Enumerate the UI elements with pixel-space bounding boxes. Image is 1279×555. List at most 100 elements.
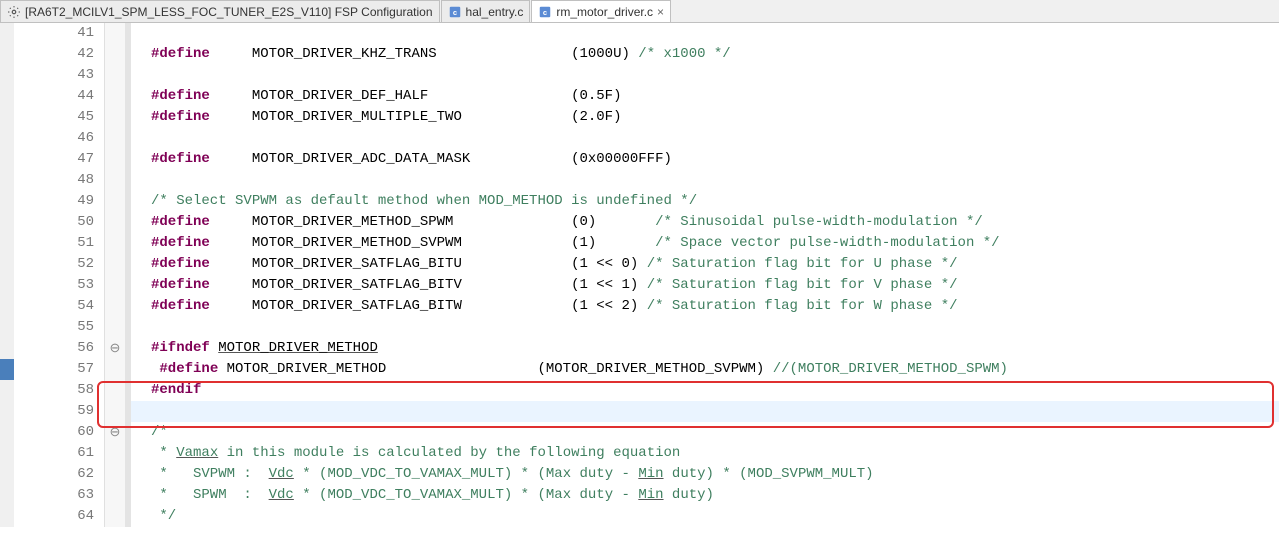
code-line-43[interactable]: 43: [0, 65, 1279, 86]
marker-column: [0, 443, 14, 464]
line-number: 49: [14, 191, 105, 212]
fold-toggle: [105, 149, 125, 170]
line-number: 50: [14, 212, 105, 233]
code-content[interactable]: #endif: [131, 380, 1279, 401]
code-line-60[interactable]: 60⊖/*: [0, 422, 1279, 443]
c-file-icon: c: [538, 5, 552, 19]
line-number: 45: [14, 107, 105, 128]
code-content[interactable]: #define MOTOR_DRIVER_MULTIPLE_TWO (2.0F): [131, 107, 1279, 128]
code-line-53[interactable]: 53#define MOTOR_DRIVER_SATFLAG_BITV (1 <…: [0, 275, 1279, 296]
fold-toggle: [105, 485, 125, 506]
tab-0[interactable]: [RA6T2_MCILV1_SPM_LESS_FOC_TUNER_E2S_V11…: [0, 0, 440, 22]
line-number: 47: [14, 149, 105, 170]
line-number: 44: [14, 86, 105, 107]
code-content[interactable]: #ifndef MOTOR_DRIVER_METHOD: [131, 338, 1279, 359]
code-content[interactable]: [131, 65, 1279, 86]
code-content[interactable]: #define MOTOR_DRIVER_SATFLAG_BITW (1 << …: [131, 296, 1279, 317]
code-line-44[interactable]: 44 #define MOTOR_DRIVER_DEF_HALF (0.5F): [0, 86, 1279, 107]
fold-toggle: [105, 380, 125, 401]
code-line-59[interactable]: 59: [0, 401, 1279, 422]
code-line-57[interactable]: 57 #define MOTOR_DRIVER_METHOD (MOTOR_DR…: [0, 359, 1279, 380]
code-line-45[interactable]: 45 #define MOTOR_DRIVER_MULTIPLE_TWO (2.0…: [0, 107, 1279, 128]
marker-column: [0, 212, 14, 233]
tab-2[interactable]: c rm_motor_driver.c ×: [531, 0, 671, 22]
code-content[interactable]: #define MOTOR_DRIVER_METHOD_SVPWM (1) /*…: [131, 233, 1279, 254]
fold-toggle: [105, 128, 125, 149]
code-line-61[interactable]: 61 * Vamax in this module is calculated …: [0, 443, 1279, 464]
code-content[interactable]: * Vamax in this module is calculated by …: [131, 443, 1279, 464]
line-number: 48: [14, 170, 105, 191]
code-line-62[interactable]: 62 * SVPWM : Vdc * (MOD_VDC_TO_VAMAX_MUL…: [0, 464, 1279, 485]
code-content[interactable]: #define MOTOR_DRIVER_ADC_DATA_MASK (0x00…: [131, 149, 1279, 170]
code-content[interactable]: #define MOTOR_DRIVER_SATFLAG_BITV (1 << …: [131, 275, 1279, 296]
code-content[interactable]: [131, 128, 1279, 149]
code-line-48[interactable]: 48: [0, 170, 1279, 191]
code-content[interactable]: #define MOTOR_DRIVER_DEF_HALF (0.5F): [131, 86, 1279, 107]
code-content[interactable]: [131, 317, 1279, 338]
fold-toggle[interactable]: ⊖: [105, 422, 125, 443]
marker-column: [0, 317, 14, 338]
code-line-51[interactable]: 51 #define MOTOR_DRIVER_METHOD_SVPWM (1) …: [0, 233, 1279, 254]
code-content[interactable]: * SPWM : Vdc * (MOD_VDC_TO_VAMAX_MULT) *…: [131, 485, 1279, 506]
marker-column: [0, 275, 14, 296]
code-line-50[interactable]: 50 #define MOTOR_DRIVER_METHOD_SPWM (0) /…: [0, 212, 1279, 233]
line-number: 57: [14, 359, 105, 380]
code-line-55[interactable]: 55: [0, 317, 1279, 338]
fold-toggle: [105, 44, 125, 65]
code-line-64[interactable]: 64 */: [0, 506, 1279, 527]
fold-toggle: [105, 296, 125, 317]
fold-toggle: [105, 464, 125, 485]
code-line-41[interactable]: 41: [0, 23, 1279, 44]
tab-label: rm_motor_driver.c: [556, 5, 653, 19]
code-content[interactable]: /* Select SVPWM as default method when M…: [131, 191, 1279, 212]
code-line-42[interactable]: 42#define MOTOR_DRIVER_KHZ_TRANS (1000U)…: [0, 44, 1279, 65]
code-content[interactable]: #define MOTOR_DRIVER_METHOD_SPWM (0) /* …: [131, 212, 1279, 233]
code-content[interactable]: [131, 23, 1279, 44]
code-content[interactable]: * SVPWM : Vdc * (MOD_VDC_TO_VAMAX_MULT) …: [131, 464, 1279, 485]
close-icon[interactable]: ×: [657, 5, 664, 19]
gear-icon: [7, 5, 21, 19]
fold-toggle: [105, 506, 125, 527]
editor-area[interactable]: 4142#define MOTOR_DRIVER_KHZ_TRANS (1000…: [0, 23, 1279, 555]
code-line-63[interactable]: 63 * SPWM : Vdc * (MOD_VDC_TO_VAMAX_MULT…: [0, 485, 1279, 506]
marker-column: [0, 338, 14, 359]
marker-column: [0, 23, 14, 44]
code-line-49[interactable]: 49 /* Select SVPWM as default method when…: [0, 191, 1279, 212]
line-number: 41: [14, 23, 105, 44]
code-line-54[interactable]: 54#define MOTOR_DRIVER_SATFLAG_BITW (1 <…: [0, 296, 1279, 317]
line-number: 58: [14, 380, 105, 401]
code-content[interactable]: */: [131, 506, 1279, 527]
code-content[interactable]: #define MOTOR_DRIVER_SATFLAG_BITU (1 << …: [131, 254, 1279, 275]
code-content[interactable]: [131, 401, 1279, 422]
code-content[interactable]: [131, 170, 1279, 191]
line-number: 55: [14, 317, 105, 338]
marker-column: [0, 233, 14, 254]
marker-column: [0, 464, 14, 485]
fold-toggle: [105, 107, 125, 128]
marker-column: [0, 191, 14, 212]
fold-toggle: [105, 317, 125, 338]
marker-column: [0, 44, 14, 65]
code-content[interactable]: /*: [131, 422, 1279, 443]
c-file-icon: c: [448, 5, 462, 19]
fold-toggle[interactable]: ⊖: [105, 338, 125, 359]
tab-1[interactable]: c hal_entry.c: [441, 0, 531, 22]
tab-label: [RA6T2_MCILV1_SPM_LESS_FOC_TUNER_E2S_V11…: [25, 5, 433, 19]
svg-text:c: c: [452, 7, 456, 16]
line-number: 51: [14, 233, 105, 254]
code-line-47[interactable]: 47 #define MOTOR_DRIVER_ADC_DATA_MASK (0x…: [0, 149, 1279, 170]
code-line-46[interactable]: 46: [0, 128, 1279, 149]
fold-toggle: [105, 401, 125, 422]
code-content[interactable]: #define MOTOR_DRIVER_METHOD (MOTOR_DRIVE…: [131, 359, 1279, 380]
fold-toggle: [105, 191, 125, 212]
code-line-56[interactable]: 56⊖#ifndef MOTOR_DRIVER_METHOD: [0, 338, 1279, 359]
fold-toggle: [105, 233, 125, 254]
line-number: 59: [14, 401, 105, 422]
code-line-58[interactable]: 58 #endif: [0, 380, 1279, 401]
fold-toggle: [105, 275, 125, 296]
fold-toggle: [105, 23, 125, 44]
code-line-52[interactable]: 52#define MOTOR_DRIVER_SATFLAG_BITU (1 <…: [0, 254, 1279, 275]
marker-column: [0, 149, 14, 170]
code-content[interactable]: #define MOTOR_DRIVER_KHZ_TRANS (1000U) /…: [131, 44, 1279, 65]
marker-column: [0, 506, 14, 527]
